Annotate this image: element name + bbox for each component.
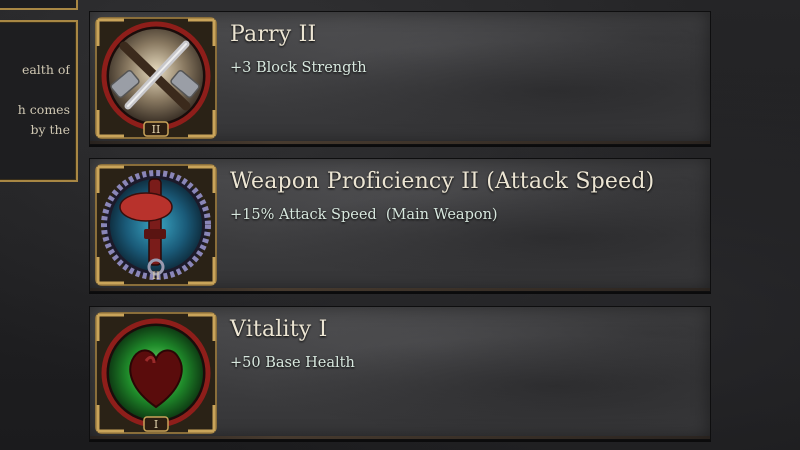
rank-label: I [154, 418, 158, 431]
skills-screen: ealth of h comes by the II Parry II +3 B… [0, 0, 800, 450]
crossed-hammer-sword-icon: II [95, 17, 217, 139]
skill-effect: +3 Block Strength [230, 60, 367, 76]
rank-label: II [152, 123, 161, 136]
side-panel-top-edge [0, 0, 78, 10]
side-line: by the [30, 122, 70, 137]
skill-card-weapon-proficiency[interactable]: II Weapon Proficiency II (Attack Speed) … [89, 158, 711, 292]
skill-title: Parry II [230, 22, 317, 47]
gripped-weapon-icon: II [95, 164, 217, 286]
side-line: ealth of [21, 62, 70, 77]
side-description-text: ealth of h comes by the [0, 60, 70, 140]
skill-effect: +15% Attack Speed (Main Weapon) [230, 207, 498, 223]
skill-medallion[interactable]: II [94, 16, 218, 140]
skill-card-parry[interactable]: II Parry II +3 Block Strength [89, 11, 711, 145]
side-line [0, 80, 70, 100]
rank-label: II [152, 271, 160, 282]
skill-title: Vitality I [230, 317, 328, 342]
side-description-panel: ealth of h comes by the [0, 20, 78, 182]
skill-medallion[interactable]: I [94, 311, 218, 435]
skill-effect: +50 Base Health [230, 355, 355, 371]
skill-medallion[interactable]: II [94, 163, 218, 287]
skill-card-vitality[interactable]: I Vitality I +50 Base Health [89, 306, 711, 440]
skill-title: Weapon Proficiency II (Attack Speed) [230, 169, 655, 194]
heart-icon: I [95, 312, 217, 434]
side-line: h comes [17, 102, 70, 117]
